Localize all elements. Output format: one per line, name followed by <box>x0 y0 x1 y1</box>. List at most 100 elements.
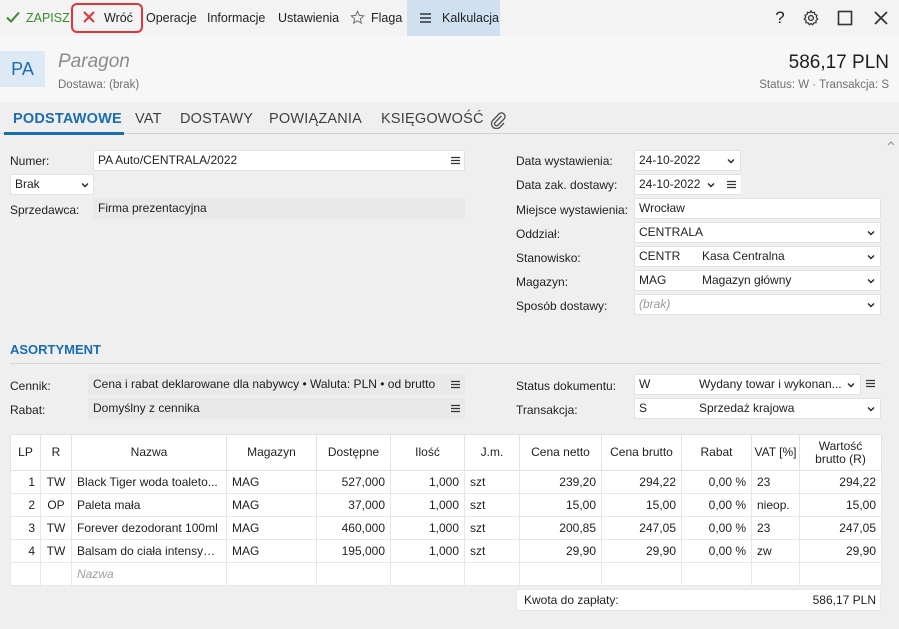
empty-cell[interactable] <box>390 562 465 586</box>
column-header-vat[interactable]: VAT [%] <box>751 434 800 471</box>
new-item-row[interactable]: Nazwa <box>10 562 882 586</box>
data-wystawienia-field[interactable]: 24-10-2022 <box>634 150 741 171</box>
cell-lp[interactable]: 3 <box>10 516 41 540</box>
cell-vat[interactable]: zw <box>751 539 800 563</box>
column-header-ilosc[interactable]: Ilość <box>390 434 465 471</box>
cell-r[interactable]: OP <box>40 493 72 517</box>
cell-nazwa[interactable]: Forever dezodorant 100ml <box>71 516 227 540</box>
menu-icon[interactable] <box>451 404 460 413</box>
empty-cell[interactable] <box>601 562 682 586</box>
help-icon[interactable]: ? <box>771 9 789 27</box>
cell-rabat[interactable]: 0,00 % <box>681 470 752 494</box>
data-zak-dostawy-field[interactable]: 24-10-2022 <box>634 174 741 195</box>
column-header-dostepne[interactable]: Dostępne <box>316 434 391 471</box>
cell-lp[interactable]: 4 <box>10 539 41 563</box>
cell-rabat[interactable]: 0,00 % <box>681 493 752 517</box>
cell-wartosc-brutto[interactable]: 29,90 <box>799 539 882 563</box>
cell-dostepne[interactable]: 195,000 <box>316 539 391 563</box>
status-dokumentu-select[interactable]: W Wydany towar i wykonan... <box>634 374 861 395</box>
column-header-wartosc-brutto[interactable]: Wartość brutto (R) <box>799 434 882 471</box>
operations-menu[interactable]: Operacje <box>146 0 197 36</box>
cell-ilosc[interactable]: 1,000 <box>390 516 465 540</box>
save-button[interactable]: ZAPISZ <box>6 0 70 36</box>
info-menu[interactable]: Informacje <box>207 0 265 36</box>
numer-field[interactable]: PA Auto/CENTRALA/2022 <box>93 150 465 171</box>
transakcja-select[interactable]: S Sprzedaż krajowa <box>634 398 881 419</box>
empty-cell[interactable] <box>10 562 41 586</box>
gear-icon[interactable] <box>802 9 820 27</box>
flag-button[interactable]: Flaga <box>350 0 402 36</box>
cell-r[interactable]: TW <box>40 470 72 494</box>
miejsce-wystawienia-field[interactable]: Wrocław <box>634 198 881 219</box>
cell-wartosc-brutto[interactable]: 15,00 <box>799 493 882 517</box>
back-button[interactable]: Wróć <box>71 3 143 33</box>
column-header-r[interactable]: R <box>40 434 72 471</box>
calculation-button[interactable]: Kalkulacja <box>407 0 500 36</box>
cennik-field[interactable]: Cena i rabat deklarowane dla nabywcy • W… <box>88 374 465 395</box>
cell-vat[interactable]: 23 <box>751 470 800 494</box>
cell-lp[interactable]: 2 <box>10 493 41 517</box>
cell-r[interactable]: TW <box>40 539 72 563</box>
cell-jm[interactable]: szt <box>464 493 520 517</box>
cell-cena-netto[interactable]: 29,90 <box>519 539 602 563</box>
cell-cena-brutto[interactable]: 29,90 <box>601 539 682 563</box>
table-row[interactable]: 1 TW Black Tiger woda toaleto... MAG 527,000… <box>10 470 882 494</box>
new-item-name-input[interactable]: Nazwa <box>71 562 227 586</box>
cell-magazyn[interactable]: MAG <box>226 470 317 494</box>
table-row[interactable]: 4 TW Balsam do ciała intensyw... MAG 195,000… <box>10 539 882 563</box>
column-header-rabat[interactable]: Rabat <box>681 434 752 471</box>
empty-cell[interactable] <box>40 562 72 586</box>
paperclip-icon[interactable] <box>490 111 506 129</box>
cell-jm[interactable]: szt <box>464 470 520 494</box>
tab-vat[interactable]: VAT <box>135 111 162 127</box>
tab-podstawowe[interactable]: PODSTAWOWE <box>13 111 122 127</box>
cell-jm[interactable]: szt <box>464 516 520 540</box>
cell-nazwa[interactable]: Balsam do ciała intensyw... <box>71 539 227 563</box>
cell-cena-brutto[interactable]: 247,05 <box>601 516 682 540</box>
empty-cell[interactable] <box>681 562 752 586</box>
scroll-up-icon[interactable] <box>887 140 895 146</box>
tab-dostawy[interactable]: DOSTAWY <box>180 111 253 127</box>
magazyn-select[interactable]: MAG Magazyn główny <box>634 270 881 291</box>
cell-cena-netto[interactable]: 200,85 <box>519 516 602 540</box>
table-row[interactable]: 3 TW Forever dezodorant 100ml MAG 460,000 1,0… <box>10 516 882 540</box>
cell-wartosc-brutto[interactable]: 247,05 <box>799 516 882 540</box>
settings-menu[interactable]: Ustawienia <box>278 0 339 36</box>
menu-icon[interactable] <box>451 156 460 165</box>
menu-icon[interactable] <box>866 379 875 388</box>
sposob-dostawy-select[interactable]: (brak) <box>634 294 881 315</box>
rabat-field[interactable]: Domyślny z cennika <box>88 398 465 419</box>
menu-icon[interactable] <box>451 380 460 389</box>
cell-vat[interactable]: 23 <box>751 516 800 540</box>
tab-powiazania[interactable]: POWIĄZANIA <box>269 111 362 127</box>
column-header-cena-brutto[interactable]: Cena brutto <box>601 434 682 471</box>
cell-r[interactable]: TW <box>40 516 72 540</box>
stanowisko-select[interactable]: CENTR Kasa Centralna <box>634 246 881 267</box>
cell-ilosc[interactable]: 1,000 <box>390 493 465 517</box>
cell-ilosc[interactable]: 1,000 <box>390 539 465 563</box>
cell-cena-netto[interactable]: 239,20 <box>519 470 602 494</box>
cell-dostepne[interactable]: 527,000 <box>316 470 391 494</box>
empty-cell[interactable] <box>751 562 800 586</box>
empty-cell[interactable] <box>226 562 317 586</box>
cell-nazwa[interactable]: Black Tiger woda toaleto... <box>71 470 227 494</box>
column-header-magazyn[interactable]: Magazyn <box>226 434 317 471</box>
cell-magazyn[interactable]: MAG <box>226 539 317 563</box>
cell-jm[interactable]: szt <box>464 539 520 563</box>
empty-cell[interactable] <box>316 562 391 586</box>
tab-ksiegowosc[interactable]: KSIĘGOWOŚĆ <box>381 111 484 127</box>
oddzial-select[interactable]: CENTRALA <box>634 222 881 243</box>
cell-rabat[interactable]: 0,00 % <box>681 516 752 540</box>
cell-rabat[interactable]: 0,00 % <box>681 539 752 563</box>
cell-lp[interactable]: 1 <box>10 470 41 494</box>
cell-dostepne[interactable]: 460,000 <box>316 516 391 540</box>
table-row[interactable]: 2 OP Paleta mała MAG 37,000 1,000 szt 15,00 15,0… <box>10 493 882 517</box>
cell-cena-brutto[interactable]: 15,00 <box>601 493 682 517</box>
maximize-icon[interactable] <box>836 9 854 27</box>
cell-nazwa[interactable]: Paleta mała <box>71 493 227 517</box>
cell-magazyn[interactable]: MAG <box>226 516 317 540</box>
cell-ilosc[interactable]: 1,000 <box>390 470 465 494</box>
empty-cell[interactable] <box>799 562 882 586</box>
menu-icon[interactable] <box>727 180 736 189</box>
cell-cena-netto[interactable]: 15,00 <box>519 493 602 517</box>
